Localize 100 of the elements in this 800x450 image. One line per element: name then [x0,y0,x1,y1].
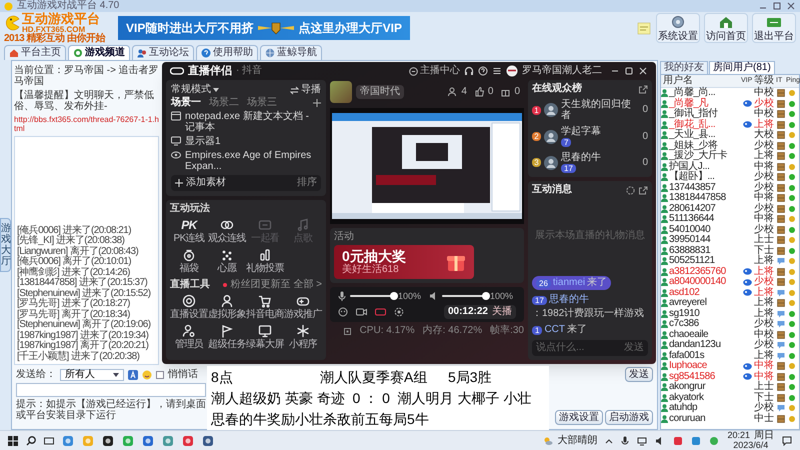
maximize-icon[interactable] [772,1,782,11]
sort-button[interactable]: 排序 [297,178,317,188]
recipient-dropdown[interactable]: 所有人 [60,368,124,380]
feature-button[interactable]: 绿幕大屏 [246,324,284,350]
side-tab[interactable]: 游戏大厅 [0,218,11,272]
activity-title: 活动 [334,232,355,242]
home-button[interactable]: 访问首页 [704,13,748,43]
tray-app-icon[interactable] [673,436,684,446]
search-icon[interactable] [26,436,36,446]
anchor-center-button[interactable]: 主播中心 [409,66,460,76]
tab[interactable]: 互动论坛 [132,45,194,60]
feature-button[interactable]: 礼物投票 [246,248,284,274]
plus-icon[interactable] [313,99,321,107]
feature-button[interactable]: 心愿 [208,248,246,274]
app-icon[interactable] [102,434,114,446]
send-button[interactable]: 发送 [625,367,653,382]
user-rank: 上士 [754,382,775,392]
whisper-checkbox[interactable] [156,370,164,378]
tab[interactable]: 蓝鲸导航 [260,45,322,60]
caption-text: 潮人队夏季赛A组 [319,368,428,387]
person-icon [661,278,668,286]
microphone-icon[interactable] [338,291,346,301]
settings-icon[interactable] [394,307,404,317]
chat-line: [Stephenuinewi] 离开了(20:19:06) [17,320,151,330]
user-rank: 中将 [754,193,775,204]
slider-thumb[interactable] [482,292,490,300]
message-input[interactable] [16,383,206,397]
exit-button[interactable]: 退出平台 [752,13,796,43]
feature-button[interactable]: PK PK连线 [170,218,208,244]
tab[interactable]: 房间用户(81) [709,61,775,74]
feature-button[interactable]: 直播设置 [170,294,208,320]
tab[interactable]: 平台主页 [4,45,66,60]
tab[interactable]: 我的好友 [660,61,708,74]
microphone-icon[interactable] [621,436,630,446]
promo-banner[interactable]: 0元抽大奖 美好生活618 [334,245,474,279]
smiley-icon[interactable] [142,370,152,380]
mode-dropdown[interactable]: 常规模式 [171,85,219,95]
slider-thumb[interactable] [390,292,398,300]
notification-icon[interactable] [782,436,792,446]
headset-icon[interactable] [464,66,474,76]
user-name: 54010040 [669,224,710,235]
scene-tab[interactable]: 场景二 [209,98,239,108]
pouch-icon [182,248,196,262]
action-button[interactable]: 游戏设置 [555,410,603,425]
menu-icon[interactable] [492,66,502,76]
person-icon [220,294,234,308]
viewer-name: 学起字幕 [561,126,601,137]
pop-out-icon[interactable] [639,186,648,194]
feature-button[interactable]: 管理员 [170,324,208,350]
feature-button[interactable]: 超级任务 [208,324,246,350]
feature-button[interactable]: 游戏推广 [284,294,322,320]
font-icon[interactable] [128,370,138,380]
tab[interactable]: 游戏频道 [68,45,130,60]
feature-button[interactable]: 观众连线 [208,218,246,244]
user-rank: 上将 [754,151,775,162]
feature-button[interactable]: 福袋 [170,248,208,274]
end-live-button[interactable]: 关播 [492,307,512,317]
vip-banner[interactable]: VIP随时进出大厅不用挤 点这里办理大厅VIP [118,16,410,40]
volume-reading: 100% [490,292,514,300]
see-all-link[interactable]: 全部 > [293,280,322,290]
source-item[interactable]: 显示器1 [171,136,321,147]
monitor-icon [258,324,272,338]
settings-icon[interactable] [626,186,635,194]
scene-tab[interactable]: 场景一 [171,98,201,108]
help-icon[interactable] [478,66,488,76]
add-source-button[interactable]: 添加素材 [175,178,226,188]
record-icon[interactable] [375,307,386,317]
fan-badge: 17 [561,164,576,173]
close-icon[interactable] [786,1,796,11]
chevron-up-icon[interactable] [605,438,614,444]
user-rank: 上士 [754,235,775,246]
source-item[interactable]: Empires.exe Age of Empires Expan... [171,150,321,172]
user-rank: 中士 [754,414,775,424]
user-rank: 少校 [754,340,775,350]
source-item[interactable]: notepad.exe 新建文本文档 - 记事本 [171,111,321,133]
tray-app-icon[interactable] [691,436,702,446]
app-icon[interactable] [202,434,214,446]
message-text: 来了 [567,324,588,336]
action-button[interactable]: 启动游戏 [605,410,653,425]
task-view-icon[interactable] [44,436,54,446]
pop-out-icon[interactable] [639,84,648,94]
live-timer: 00:12:22 [448,307,488,317]
feature-button[interactable]: 小程序 [284,324,322,350]
user-name: _尚馨_凡 [669,98,708,109]
scene-tab[interactable]: 场景三 [247,98,277,108]
rank-badge: 2 [532,132,541,141]
rank-badge: 3 [532,158,541,167]
windows-logo-icon[interactable] [8,436,18,446]
feature-button[interactable]: 抖音电商 [246,294,284,320]
chat-line: [俺兵0006] 离开了(20:10:01) [17,257,132,267]
chat-line: [1987king1987] 进来了(20:19:34) [17,330,148,340]
face-icon[interactable] [338,307,348,317]
eye-icon [171,150,181,160]
tab[interactable]: 使用帮助 [196,45,258,60]
settings-button[interactable]: 系统设置 [656,13,700,43]
logo-slogan: 2013 精彩互动 由你开始 [4,34,106,44]
feature-button[interactable]: 虚拟形象 [208,294,246,320]
camera-icon[interactable] [356,307,367,317]
forum-link[interactable]: http://bbs.fxt365.com/thread-76267-1-1.html [14,115,159,133]
director-button[interactable]: 导播 [290,85,321,95]
